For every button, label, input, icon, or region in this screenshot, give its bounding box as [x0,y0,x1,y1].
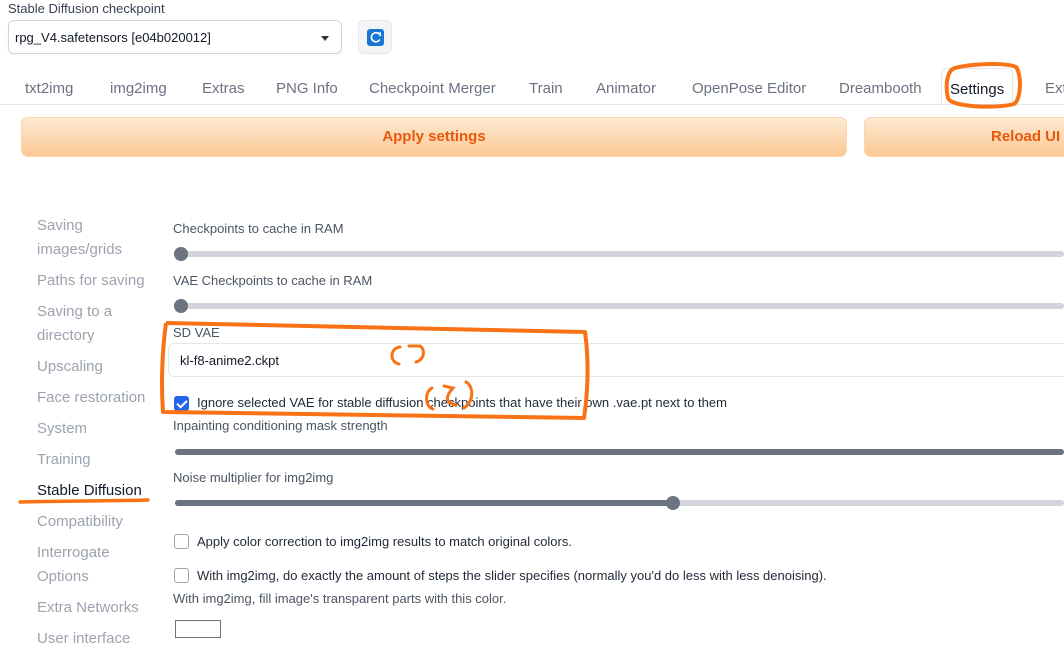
sd-vae-label: SD VAE [173,325,220,340]
sidebar-item-system[interactable]: System [37,417,87,441]
vae-cache-ram-slider[interactable] [175,303,1064,309]
tab-settings[interactable]: Settings [941,68,1014,105]
fill-color-label: With img2img, fill image's transparent p… [173,591,507,606]
tab-dreambooth[interactable]: Dreambooth [839,80,922,97]
tab-img2img[interactable]: img2img [110,80,167,97]
tab-png-info[interactable]: PNG Info [276,80,338,97]
sidebar-item-saving-to-directory-2[interactable]: directory [37,324,95,348]
sidebar-item-compatibility[interactable]: Compatibility [37,510,123,534]
main-tabs: txt2img img2img Extras PNG Info Checkpoi… [0,68,1064,106]
refresh-icon [367,29,384,46]
exact-steps-label: With img2img, do exactly the amount of s… [197,568,827,583]
noise-multiplier-knob[interactable] [666,496,680,510]
ignore-vae-checkbox[interactable] [174,396,189,411]
cache-ram-slider[interactable] [175,251,1064,257]
color-correction-label: Apply color correction to img2img result… [197,534,572,549]
inpaint-mask-slider[interactable] [175,449,1064,455]
sidebar-item-paths-for-saving[interactable]: Paths for saving [37,269,145,293]
sidebar-item-upscaling[interactable]: Upscaling [37,355,103,379]
reload-ui-button[interactable]: Reload UI [864,117,1064,157]
sidebar-item-interrogate[interactable]: Interrogate [37,541,110,565]
sidebar-item-interrogate-2[interactable]: Options [37,565,89,589]
sidebar-item-saving-images[interactable]: Saving [37,214,83,238]
tab-train[interactable]: Train [529,80,563,97]
tab-extensions[interactable]: Ext [1045,80,1064,97]
sidebar-item-saving-images-2[interactable]: images/grids [37,238,122,262]
exact-steps-checkbox[interactable] [174,568,189,583]
sd-vae-value: kl-f8-anime2.ckpt [180,353,279,368]
sidebar-item-user-interface[interactable]: User interface [37,627,130,651]
cache-ram-slider-knob[interactable] [174,247,188,261]
sidebar-item-face-restoration[interactable]: Face restoration [37,386,145,410]
checkpoint-value: rpg_V4.safetensors [e04b020012] [15,30,211,45]
checkpoint-label: Stable Diffusion checkpoint [8,1,165,16]
tab-extras[interactable]: Extras [202,80,245,97]
cache-ram-label: Checkpoints to cache in RAM [173,221,344,236]
vae-cache-ram-slider-knob[interactable] [174,299,188,313]
inpaint-mask-label: Inpainting conditioning mask strength [173,418,388,433]
sidebar-item-saving-to-directory[interactable]: Saving to a [37,300,112,324]
tab-openpose-editor[interactable]: OpenPose Editor [692,80,806,97]
tab-animator[interactable]: Animator [596,80,656,97]
sidebar-item-stable-diffusion[interactable]: Stable Diffusion [37,479,142,503]
noise-multiplier-fill [175,500,673,506]
fill-color-swatch[interactable] [175,620,221,638]
tab-txt2img[interactable]: txt2img [25,80,73,97]
checkpoint-dropdown[interactable]: rpg_V4.safetensors [e04b020012] [8,20,342,54]
apply-settings-button[interactable]: Apply settings [21,117,847,157]
chevron-down-icon [321,36,329,41]
ignore-vae-label: Ignore selected VAE for stable diffusion… [197,395,727,410]
vae-cache-ram-label: VAE Checkpoints to cache in RAM [173,273,373,288]
sidebar-item-extra-networks[interactable]: Extra Networks [37,596,139,620]
sd-vae-dropdown[interactable]: kl-f8-anime2.ckpt [168,343,1064,377]
tabs-divider [0,104,1064,105]
noise-multiplier-label: Noise multiplier for img2img [173,470,334,485]
color-correction-checkbox[interactable] [174,534,189,549]
tab-checkpoint-merger[interactable]: Checkpoint Merger [369,80,496,97]
sidebar-item-training[interactable]: Training [37,448,91,472]
refresh-checkpoint-button[interactable] [358,20,392,54]
